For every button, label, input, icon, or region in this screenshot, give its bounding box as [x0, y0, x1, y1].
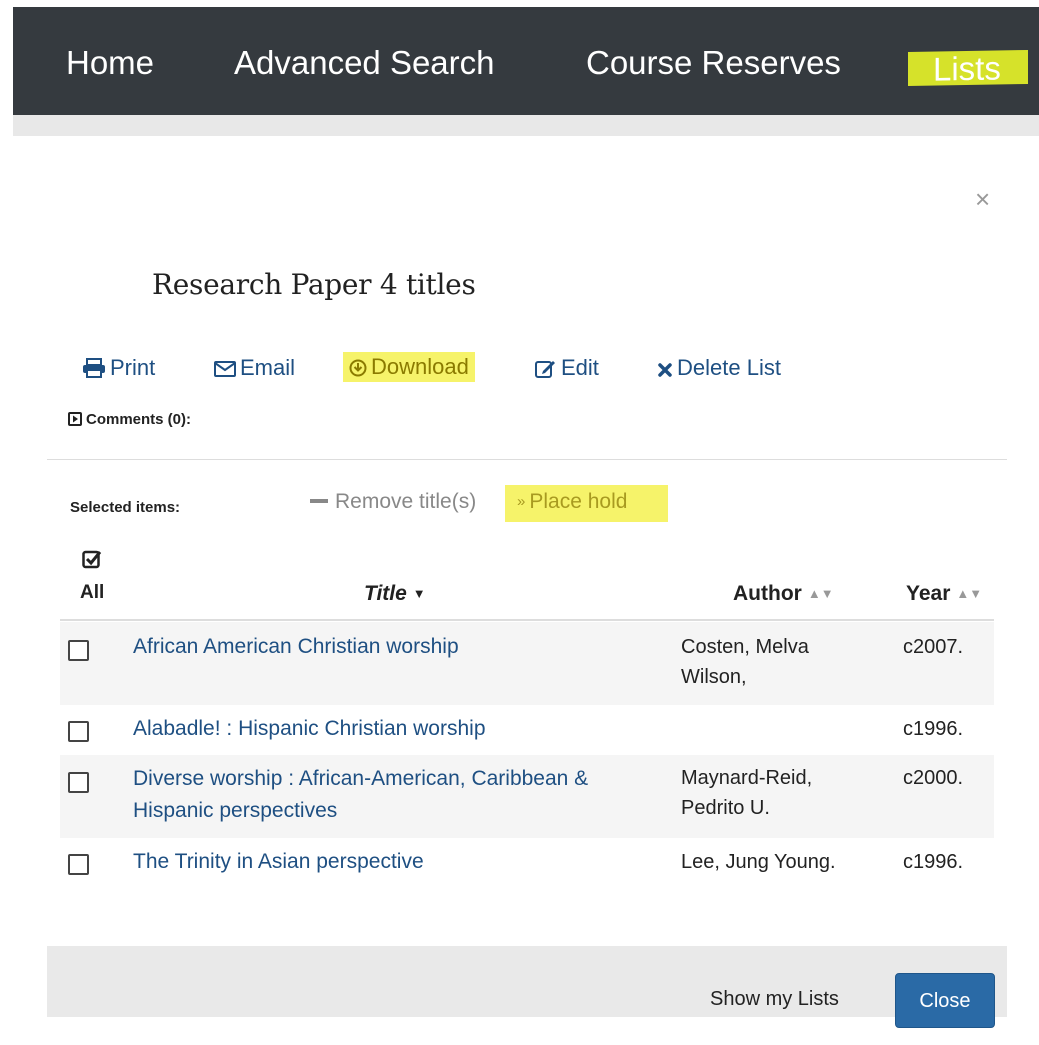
print-label: Print [110, 355, 156, 380]
section-divider [47, 459, 1007, 460]
author-header-label: Author [733, 582, 802, 605]
sort-caret-down-icon: ▼ [412, 586, 426, 601]
title-link[interactable]: Diverse worship : African-American, Cari… [133, 763, 653, 827]
email-label: Email [240, 355, 296, 380]
year-cell: c1996. [903, 851, 964, 873]
remove-titles-button[interactable]: Remove title(s) [310, 490, 476, 514]
column-header-year[interactable]: Year ▲▼ [906, 582, 982, 606]
download-circle-icon [349, 359, 367, 377]
download-label: Download [371, 354, 469, 379]
table-row: African American Christian worship Coste… [60, 622, 994, 705]
sort-icon: ▲▼ [956, 586, 983, 601]
selected-items-label: Selected items: [70, 499, 181, 516]
table-row: The Trinity in Asian perspective Lee, Ju… [60, 838, 994, 888]
envelope-icon [214, 361, 236, 377]
year-cell: c2000. [903, 767, 964, 789]
year-cell: c1996. [903, 718, 964, 740]
year-cell: c2007. [903, 636, 964, 658]
edit-label: Edit [561, 355, 599, 380]
nav-lists[interactable]: Lists [908, 49, 1028, 88]
column-header-title[interactable]: Title ▼ [364, 582, 426, 606]
table-row: Diverse worship : African-American, Cari… [60, 755, 994, 838]
edit-button[interactable]: Edit [535, 354, 599, 382]
check-square-icon[interactable] [82, 549, 102, 569]
download-button[interactable]: Download [343, 352, 475, 382]
delete-list-label: Delete List [677, 355, 781, 380]
show-my-lists-link[interactable]: Show my Lists [710, 988, 839, 1011]
nav-home[interactable]: Home [66, 44, 154, 82]
caret-square-icon [68, 412, 82, 426]
times-icon [658, 363, 672, 377]
title-link[interactable]: Alabadle! : Hispanic Christian worship [133, 713, 653, 745]
place-hold-button[interactable]: » Place hold [505, 485, 668, 522]
select-all-label[interactable]: All [80, 582, 104, 604]
delete-list-button[interactable]: Delete List [657, 354, 781, 382]
row-checkbox[interactable] [68, 721, 89, 742]
top-navbar: Home Advanced Search Course Reserves Lis… [13, 7, 1039, 115]
minus-icon [310, 499, 328, 503]
row-checkbox[interactable] [68, 854, 89, 875]
double-chevron-down-icon: » [517, 493, 526, 510]
place-hold-label: Place hold [529, 490, 628, 513]
title-header-label: Title [364, 582, 407, 605]
author-cell: Lee, Jung Young. [681, 851, 836, 873]
edit-icon [535, 361, 555, 378]
table-row: Alabadle! : Hispanic Christian worship c… [60, 705, 994, 755]
modal-footer [47, 946, 1007, 1017]
nav-advanced-search[interactable]: Advanced Search [234, 44, 495, 82]
remove-titles-label: Remove title(s) [335, 490, 477, 513]
author-cell: Maynard-Reid, Pedrito U. [681, 767, 813, 819]
nav-divider-strip [13, 115, 1039, 136]
modal-title: Research Paper 4 titles [152, 268, 476, 301]
comments-label: Comments (0): [86, 411, 192, 428]
close-icon[interactable]: × [975, 186, 990, 212]
print-icon [83, 358, 105, 378]
column-header-author[interactable]: Author ▲▼ [733, 582, 834, 606]
year-header-label: Year [906, 582, 951, 605]
nav-course-reserves[interactable]: Course Reserves [586, 44, 841, 82]
title-link[interactable]: African American Christian worship [133, 631, 653, 663]
comments-toggle[interactable]: Comments (0): [68, 411, 191, 428]
print-button[interactable]: Print [82, 354, 155, 382]
close-button[interactable]: Close [895, 973, 995, 1028]
row-checkbox[interactable] [68, 640, 89, 661]
table-header-divider [60, 619, 994, 621]
email-button[interactable]: Email [214, 354, 295, 382]
sort-icon: ▲▼ [807, 586, 834, 601]
row-checkbox[interactable] [68, 772, 89, 793]
author-cell: Costen, Melva Wilson, [681, 636, 809, 688]
title-link[interactable]: The Trinity in Asian perspective [133, 846, 653, 878]
